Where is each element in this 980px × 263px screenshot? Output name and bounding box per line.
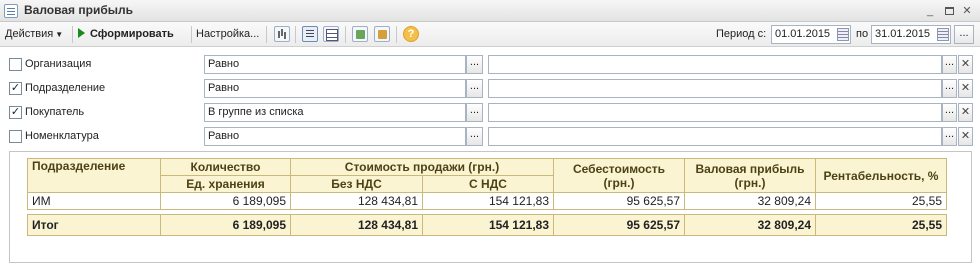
condition-select-button[interactable]: ... (466, 103, 483, 122)
clear-icon[interactable]: ✕ (958, 103, 973, 122)
filter-icon[interactable] (302, 26, 318, 42)
filter-condition[interactable]: В группе из списка (204, 103, 466, 122)
filter-value-input[interactable] (488, 127, 942, 146)
total-profitability[interactable]: 25,55 (815, 214, 947, 236)
toolbar-divider (345, 26, 346, 43)
period-select-button[interactable]: ... (954, 25, 974, 44)
total-no-vat[interactable]: 128 434,81 (290, 214, 423, 236)
condition-select-button[interactable]: ... (466, 55, 483, 74)
report-table: Подразделение Количество Стоимость прода… (27, 158, 947, 236)
toolbar-divider (191, 26, 192, 43)
col-division-header: Подразделение (27, 158, 161, 193)
filter-label: Организация (25, 58, 92, 70)
total-cost[interactable]: 95 625,57 (553, 214, 685, 236)
period-from-label: Период с: (716, 28, 767, 40)
maximize-button[interactable] (941, 3, 957, 19)
total-with-vat[interactable]: 154 121,83 (422, 214, 554, 236)
total-quantity[interactable]: 6 189,095 (160, 214, 291, 236)
value-select-button[interactable]: ... (942, 79, 957, 98)
clear-icon[interactable]: ✕ (958, 79, 973, 98)
generate-button[interactable]: Сформировать (78, 25, 174, 44)
calendar-icon[interactable] (937, 28, 949, 41)
report-icon[interactable] (274, 26, 290, 42)
toolbar-divider (266, 26, 267, 43)
filter-row-nomenclature: Номенклатура Равно ... ... ✕ (0, 126, 980, 148)
cell-profitability[interactable]: 25,55 (815, 192, 947, 210)
col-no-vat-header: Без НДС (290, 175, 423, 193)
report-window-icon (4, 4, 18, 18)
chevron-down-icon: ▼ (55, 30, 64, 39)
filter-condition[interactable]: Равно (204, 79, 466, 98)
value-select-button[interactable]: ... (942, 103, 957, 122)
toolbar-divider (396, 26, 397, 43)
period-to-label: по (856, 28, 869, 40)
toolbar-divider (295, 26, 296, 43)
col-sale-cost-header: Стоимость продажи (грн.) (290, 158, 554, 176)
total-label[interactable]: Итог (27, 214, 161, 236)
actions-menu[interactable]: Действия ▼ (5, 25, 63, 44)
table-icon[interactable] (323, 26, 339, 42)
col-profitability-header: Рентабельность, % (815, 158, 947, 193)
period-from-input[interactable]: 01.01.2015 (771, 25, 851, 44)
col-cost-header: Себестоимость (грн.) (553, 158, 685, 193)
window-title: Валовая прибыль (24, 3, 133, 17)
filter-condition[interactable]: Равно (204, 55, 466, 74)
col-with-vat-header: С НДС (422, 175, 554, 193)
cell-gross-profit[interactable]: 32 809,24 (684, 192, 816, 210)
value-select-button[interactable]: ... (942, 127, 957, 146)
value-select-button[interactable]: ... (942, 55, 957, 74)
total-gross-profit[interactable]: 32 809,24 (684, 214, 816, 236)
filter-checkbox[interactable]: ✓ (9, 82, 22, 95)
cell-cost[interactable]: 95 625,57 (553, 192, 685, 210)
minimize-button[interactable]: _ (922, 3, 938, 19)
period-to-input[interactable]: 31.01.2015 (871, 25, 951, 44)
col-quantity-header: Количество (160, 158, 291, 176)
filter-row-division: ✓ Подразделение Равно ... ... ✕ (0, 78, 980, 100)
maximize-icon (944, 7, 954, 15)
filter-condition[interactable]: Равно (204, 127, 466, 146)
clear-icon[interactable]: ✕ (958, 127, 973, 146)
close-button[interactable]: ✕ (959, 3, 975, 19)
play-icon (78, 28, 85, 38)
toolbar-divider (72, 26, 73, 43)
clear-icon[interactable]: ✕ (958, 55, 973, 74)
filter-label: Номенклатура (25, 130, 99, 142)
help-icon[interactable]: ? (403, 26, 419, 42)
col-unit-header: Ед. хранения (160, 175, 291, 193)
cell-with-vat[interactable]: 154 121,83 (422, 192, 554, 210)
filter-checkbox[interactable] (9, 130, 22, 143)
condition-select-button[interactable]: ... (466, 79, 483, 98)
filter-label: Покупатель (25, 106, 85, 118)
filter-value-input[interactable] (488, 79, 942, 98)
filter-label: Подразделение (25, 82, 106, 94)
load-settings-icon[interactable] (374, 26, 390, 42)
cell-quantity[interactable]: 6 189,095 (160, 192, 291, 210)
col-gross-profit-header: Валовая прибыль (грн.) (684, 158, 816, 193)
condition-select-button[interactable]: ... (466, 127, 483, 146)
title-bar: Валовая прибыль _ ✕ (0, 0, 980, 22)
filter-checkbox[interactable]: ✓ (9, 106, 22, 119)
calendar-icon[interactable] (837, 28, 849, 41)
filter-row-buyer: ✓ Покупатель В группе из списка ... ... … (0, 102, 980, 124)
filter-value-input[interactable] (488, 55, 942, 74)
actions-label: Действия (5, 28, 54, 40)
cell-no-vat[interactable]: 128 434,81 (290, 192, 423, 210)
save-settings-icon[interactable] (352, 26, 368, 42)
period-from-value: 01.01.2015 (775, 28, 831, 40)
filter-row-organization: Организация Равно ... ... ✕ (0, 54, 980, 76)
filter-checkbox[interactable] (9, 58, 22, 71)
filter-value-input[interactable] (488, 103, 942, 122)
table-row[interactable]: ИМ 6 189,095 128 434,81 154 121,83 95 62… (27, 192, 947, 210)
total-row[interactable]: Итог 6 189,095 128 434,81 154 121,83 95 … (27, 214, 947, 236)
settings-button[interactable]: Настройка... (196, 25, 259, 44)
generate-label: Сформировать (90, 28, 174, 40)
cell-division[interactable]: ИМ (27, 192, 161, 210)
period-to-value: 31.01.2015 (875, 28, 931, 40)
report-area: Подразделение Количество Стоимость прода… (9, 151, 972, 263)
